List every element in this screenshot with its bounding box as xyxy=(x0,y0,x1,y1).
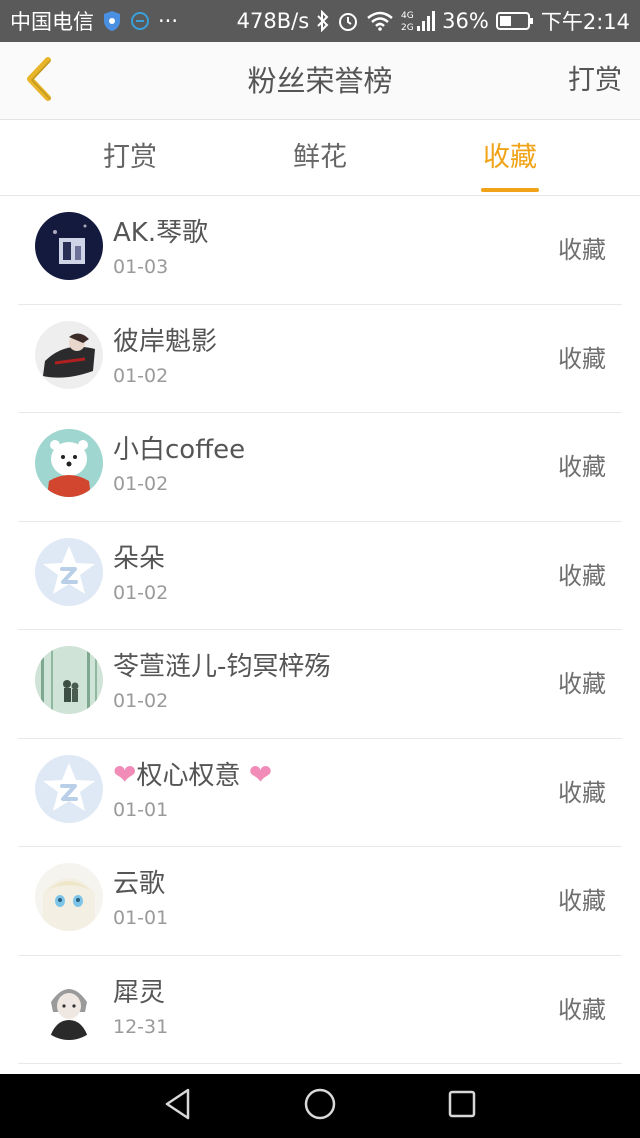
svg-text:2G: 2G xyxy=(401,23,414,33)
page-title: 粉丝荣誉榜 xyxy=(247,64,393,98)
fan-name-text: 权心权意 xyxy=(136,760,241,791)
fans-list: AK.琴歌 01-03 收藏 彼岸魁影 01-02 收藏 小白coffee 01… xyxy=(0,196,640,1064)
gift-type: 收藏 xyxy=(558,670,606,698)
gift-type: 收藏 xyxy=(558,995,606,1024)
list-item[interactable]: 彼岸魁影 01-02 收藏 xyxy=(18,305,622,413)
status-bar: 中国电信 ··· 478B/s 4G 2G 36% 下午2:14 xyxy=(0,0,640,42)
battery-icon xyxy=(495,11,534,31)
list-item[interactable]: 朵朵 01-02 收藏 xyxy=(18,522,622,630)
avatar xyxy=(35,971,103,1040)
gift-type: 收藏 xyxy=(558,887,606,915)
shield-app-icon xyxy=(102,10,122,32)
carrier-label: 中国电信 xyxy=(10,10,94,34)
avatar xyxy=(35,646,103,714)
tab-label: 收藏 xyxy=(483,142,537,173)
tab-label: 鲜花 xyxy=(293,142,347,173)
heart-icon: ❤ xyxy=(113,757,137,791)
tab-bar: 打赏 鲜花 收藏 xyxy=(0,120,640,196)
fan-date: 01-01 xyxy=(113,798,169,821)
app-notification-icon xyxy=(130,11,150,31)
fan-name: 云歌 xyxy=(113,869,166,899)
gift-type: 收藏 xyxy=(558,344,606,373)
list-item[interactable]: 云歌 01-01 收藏 xyxy=(18,847,622,956)
network-speed: 478B/s xyxy=(236,9,310,33)
gift-type: 收藏 xyxy=(558,561,606,590)
clock-time: 下午2:14 xyxy=(540,10,630,34)
fan-date: 01-02 xyxy=(113,473,169,495)
system-nav-bar xyxy=(0,1074,640,1138)
fan-name: 朵朵 xyxy=(113,543,166,574)
battery-percent: 36% xyxy=(442,9,489,33)
default-avatar-icon xyxy=(35,537,103,606)
svg-text:4G: 4G xyxy=(401,11,414,21)
reward-button[interactable]: 打赏 xyxy=(568,42,622,120)
fan-name: 彼岸魁影 xyxy=(113,326,218,357)
list-item[interactable]: 小白coffee 01-02 收藏 xyxy=(18,413,622,522)
more-notifications-icon: ··· xyxy=(158,9,179,33)
list-item[interactable]: AK.琴歌 01-03 收藏 xyxy=(18,196,622,305)
square-recents-icon xyxy=(447,1089,477,1123)
system-recents-button[interactable] xyxy=(444,1088,480,1124)
active-tab-indicator xyxy=(481,188,539,192)
fan-date: 01-02 xyxy=(113,364,169,387)
fan-date: 01-01 xyxy=(113,907,169,929)
heart-icon: ❤ xyxy=(248,757,273,791)
fan-date: 01-02 xyxy=(113,690,169,712)
tab-flowers[interactable]: 鲜花 xyxy=(250,120,390,196)
fan-name: ❤权心权意 ❤ xyxy=(113,755,272,792)
list-item[interactable]: ❤权心权意 ❤ 01-01 收藏 xyxy=(18,739,622,847)
triangle-back-icon xyxy=(162,1087,194,1125)
avatar xyxy=(35,863,103,931)
bluetooth-icon xyxy=(316,10,330,32)
fan-date: 01-03 xyxy=(113,256,169,278)
system-home-button[interactable] xyxy=(302,1088,338,1124)
wifi-icon xyxy=(366,11,394,31)
fan-name: AK.琴歌 xyxy=(113,218,209,248)
list-item[interactable]: 犀灵 12-31 收藏 xyxy=(18,956,622,1064)
top-nav-bar: 粉丝荣誉榜 打赏 xyxy=(0,42,640,120)
tab-label: 打赏 xyxy=(103,142,157,173)
system-back-button[interactable] xyxy=(160,1088,196,1124)
default-avatar-icon xyxy=(35,754,103,823)
avatar xyxy=(35,320,103,389)
gift-type: 收藏 xyxy=(558,236,606,264)
gift-type: 收藏 xyxy=(558,453,606,481)
avatar xyxy=(35,429,103,497)
signal-icon: 4G 2G xyxy=(401,8,436,34)
avatar xyxy=(35,212,103,280)
list-item[interactable]: 苓萱涟儿-钧冥梓殇 01-02 收藏 xyxy=(18,630,622,739)
gift-type: 收藏 xyxy=(558,778,606,807)
fan-date: 12-31 xyxy=(113,1015,169,1038)
fan-name: 苓萱涟儿-钧冥梓殇 xyxy=(113,652,331,682)
tab-reward[interactable]: 打赏 xyxy=(60,120,200,196)
fan-name: 小白coffee xyxy=(113,435,246,465)
circle-home-icon xyxy=(303,1087,337,1125)
fan-date: 01-02 xyxy=(113,581,169,604)
fan-name: 犀灵 xyxy=(113,977,166,1008)
tab-favorites[interactable]: 收藏 xyxy=(440,120,580,196)
alarm-icon xyxy=(337,10,359,32)
